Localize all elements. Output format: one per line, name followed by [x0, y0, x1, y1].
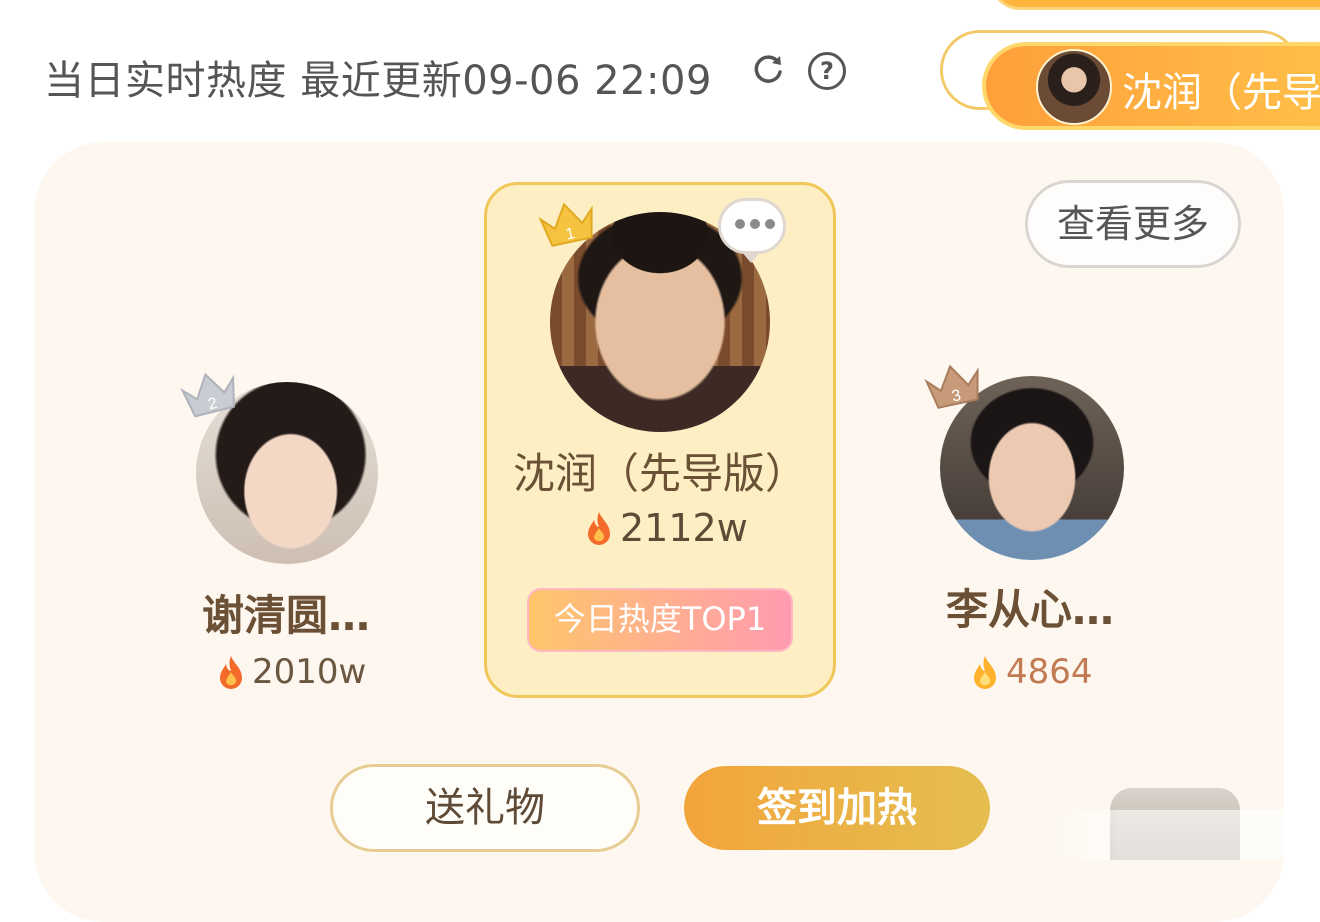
send-gift-button[interactable]: 送礼物: [330, 764, 640, 852]
rank-1-heat-value: 2112w: [620, 506, 748, 550]
flame-icon: [220, 656, 242, 689]
checkin-boost-button[interactable]: 签到加热: [684, 766, 990, 850]
rank-2-name: 谢清圆…: [201, 591, 370, 640]
rank-3-heat: 4864: [970, 652, 1093, 692]
header-title: 当日实时热度 最近更新09-06 22:09: [44, 58, 712, 104]
floating-badge-avatar: [1036, 49, 1112, 125]
rank-1-name: 沈润（先导版）: [512, 449, 807, 498]
rank-2-heat: 2010w: [216, 652, 366, 692]
top-edge-pill: [990, 0, 1320, 10]
view-more-button[interactable]: 查看更多: [1025, 180, 1241, 268]
floating-badge-text: 沈润（先导: [1122, 70, 1320, 116]
help-icon[interactable]: ?: [808, 52, 846, 90]
rank-1-heat: 2112w: [584, 506, 748, 550]
flame-icon: [974, 656, 996, 689]
rank-2-heat-value: 2010w: [252, 652, 367, 692]
flame-icon: [588, 512, 610, 545]
rank-3-name: 李从心…: [945, 585, 1114, 634]
chat-bubble-icon[interactable]: [718, 198, 786, 263]
rank-3-heat-value: 4864: [1006, 652, 1093, 692]
top1-badge: 今日热度TOP1: [527, 588, 793, 652]
chat-dots: [735, 219, 775, 233]
corner-fade-overlay: [1050, 810, 1320, 860]
refresh-icon[interactable]: [750, 52, 786, 88]
